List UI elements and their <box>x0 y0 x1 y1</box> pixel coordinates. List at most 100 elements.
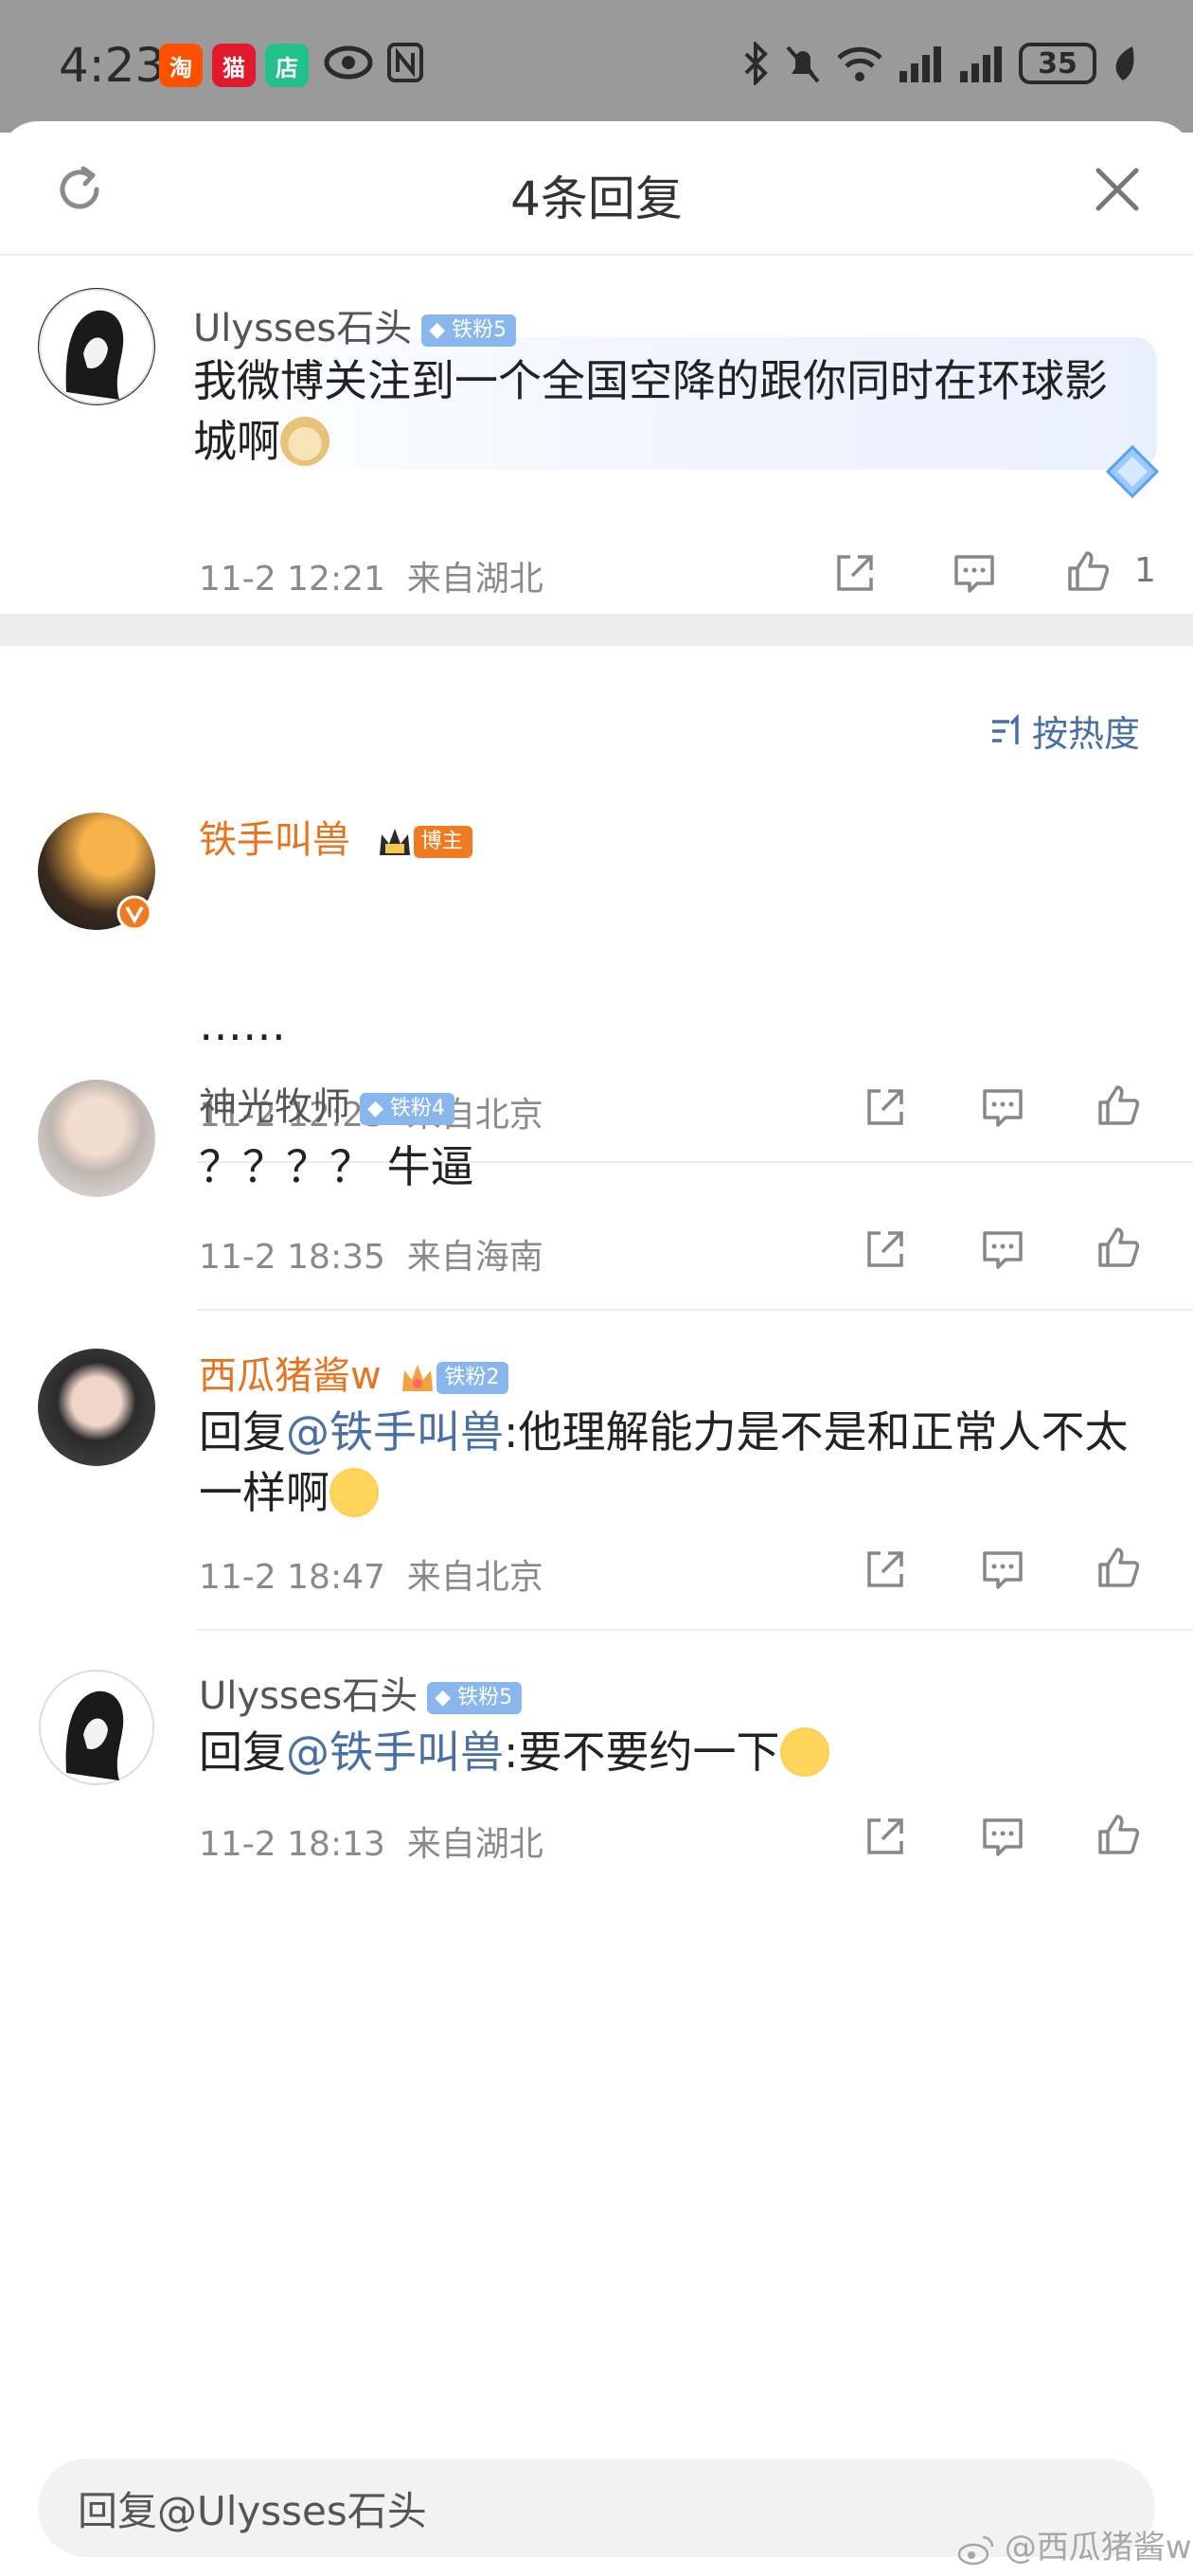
sort-button[interactable]: 按热度 <box>988 705 1140 757</box>
eye-icon <box>324 45 373 80</box>
comment-text: 我微博关注到一个全国空降的跟你同时在环球影城啊 <box>193 350 1140 472</box>
comment-icon[interactable] <box>979 1083 1026 1131</box>
avatar[interactable] <box>38 1080 155 1197</box>
row-divider <box>197 1309 1193 1311</box>
watermark: @西瓜猪酱w <box>956 2521 1192 2567</box>
laugh-emoji-icon <box>779 1726 829 1777</box>
status-time: 4:23 <box>59 38 166 93</box>
mute-bell-icon <box>786 45 820 83</box>
fan-badge-label: 铁粉4 <box>389 1097 445 1120</box>
sweat-emoji-icon <box>329 1467 379 1517</box>
share-icon[interactable] <box>831 549 879 597</box>
status-right-icons: 35 <box>742 42 1136 85</box>
fan-badge: ◆ 铁粉5 <box>421 314 517 347</box>
avatar[interactable] <box>38 1669 155 1786</box>
comment-location: 来自湖北 <box>406 1825 543 1864</box>
status-misc-icons <box>324 42 424 83</box>
comment-text-content: ？？？？ 牛逼 <box>199 1141 474 1192</box>
comment-text: 回复@铁手叫兽:要不要约一下 <box>199 1722 1155 1782</box>
share-icon[interactable] <box>862 1225 909 1273</box>
comment-time: 11-2 18:35 <box>199 1238 385 1277</box>
username-text[interactable]: 西瓜猪酱w <box>199 1354 382 1398</box>
fan-badge: ◆ 铁粉5 <box>427 1682 523 1714</box>
comment-username[interactable]: 神光牧师 ◆ 铁粉4 <box>199 1076 454 1131</box>
comment-text-content: :要不要约一下 <box>504 1726 780 1778</box>
leaf-icon <box>1115 46 1134 80</box>
comment-username[interactable]: 西瓜猪酱w 铁粉2 <box>199 1345 509 1400</box>
fan-badge-label: 铁粉5 <box>457 1686 513 1709</box>
wifi-icon <box>837 46 882 81</box>
share-icon[interactable] <box>862 1546 909 1593</box>
page-title: 4条回复 <box>510 171 683 226</box>
mention-link[interactable]: @铁手叫兽 <box>286 1406 504 1458</box>
diamond-icon <box>1105 444 1160 499</box>
reply-prefix: 回复 <box>199 1406 286 1458</box>
comment-location: 来自海南 <box>406 1238 543 1277</box>
comment-time: 11-2 18:13 <box>199 1825 385 1864</box>
comment-time: 11-2 12:21 <box>199 560 385 599</box>
comment-meta: 11-2 18:13 来自湖北 <box>199 1816 543 1866</box>
status-bar: 4:23 淘 猫 店 35 <box>0 0 1193 133</box>
crown-icon <box>379 829 410 855</box>
bluetooth-icon <box>744 42 768 85</box>
mention-link[interactable]: @铁手叫兽 <box>286 1726 504 1778</box>
username-text[interactable]: 铁手叫兽 <box>199 818 350 862</box>
nfc-icon <box>387 43 423 82</box>
sort-label[interactable]: 按热度 <box>1032 705 1140 757</box>
share-icon[interactable] <box>862 1083 909 1131</box>
status-app-icons: 淘 猫 店 <box>159 44 309 87</box>
fan-badge-label: 铁粉5 <box>452 318 507 342</box>
tmall-icon: 猫 <box>212 44 256 87</box>
shop-icon: 店 <box>265 44 309 87</box>
verified-icon <box>116 895 152 931</box>
battery-indicator: 35 <box>1019 43 1096 84</box>
fan-badge-label: 铁粉2 <box>444 1366 500 1389</box>
sort-icon <box>992 713 1019 744</box>
like-icon[interactable] <box>1064 547 1112 595</box>
blogger-badge: 博主 <box>413 826 472 858</box>
replies-sheet: 4条回复 Ulysses石头 ◆ 铁粉5 我微博关注到一个全国空降的跟你同时在环球… <box>0 121 1193 2576</box>
comment-username[interactable]: Ulysses石头 ◆ 铁粉5 <box>193 297 517 352</box>
comment-icon[interactable] <box>979 1813 1026 1860</box>
like-icon[interactable] <box>1095 1082 1142 1129</box>
weibo-logo-icon <box>957 2535 994 2565</box>
section-divider <box>0 614 1193 646</box>
like-count: 1 <box>1134 551 1156 590</box>
comment-meta: 11-2 18:47 来自北京 <box>199 1549 543 1599</box>
row-divider <box>197 1629 1193 1631</box>
crown-icon <box>402 1365 434 1391</box>
reply-prefix: 回复 <box>199 1726 286 1778</box>
like-icon[interactable] <box>1095 1811 1142 1858</box>
like-icon[interactable] <box>1095 1224 1142 1271</box>
username-text[interactable]: Ulysses石头 <box>199 1674 418 1718</box>
comment-username[interactable]: 铁手叫兽 博主 <box>199 809 472 864</box>
reply-input-placeholder[interactable]: 回复@Ulysses石头 <box>78 2479 427 2537</box>
comment-username[interactable]: Ulysses石头 ◆ 铁粉5 <box>199 1665 523 1720</box>
doge-emoji-icon <box>280 416 329 466</box>
comment-text-content: …… <box>199 999 286 1050</box>
share-icon[interactable] <box>862 1813 909 1860</box>
taobao-icon: 淘 <box>159 44 203 87</box>
comment-text: 回复@铁手叫兽:他理解能力是不是和正常人不太一样啊 <box>199 1402 1155 1523</box>
close-icon[interactable] <box>1091 163 1144 216</box>
fan-badge: 铁粉2 <box>436 1362 509 1394</box>
root-comment: Ulysses石头 ◆ 铁粉5 我微博关注到一个全国空降的跟你同时在环球影城啊 1… <box>0 256 1193 614</box>
avatar[interactable] <box>38 1349 155 1466</box>
comment-location: 来自北京 <box>406 1558 543 1597</box>
comment-icon[interactable] <box>951 549 998 597</box>
comment-time: 11-2 18:47 <box>199 1558 385 1597</box>
like-icon[interactable] <box>1095 1544 1142 1591</box>
sheet-header: 4条回复 <box>0 121 1193 256</box>
comment-meta: 11-2 18:35 来自海南 <box>199 1229 543 1279</box>
signal-icon <box>960 46 1002 82</box>
comment-meta: 11-2 12:21 来自湖北 <box>199 551 543 600</box>
comment-icon[interactable] <box>979 1225 1026 1273</box>
avatar[interactable] <box>38 288 155 405</box>
comment-text-content: 我微博关注到一个全国空降的跟你同时在环球影城啊 <box>193 355 1108 467</box>
fan-badge: ◆ 铁粉4 <box>360 1093 454 1125</box>
signal-icon <box>899 46 941 82</box>
watermark-text: @西瓜猪酱w <box>1004 2529 1192 2567</box>
username-text[interactable]: Ulysses石头 <box>193 307 412 350</box>
comment-icon[interactable] <box>979 1546 1026 1593</box>
username-text[interactable]: 神光牧师 <box>199 1085 350 1129</box>
